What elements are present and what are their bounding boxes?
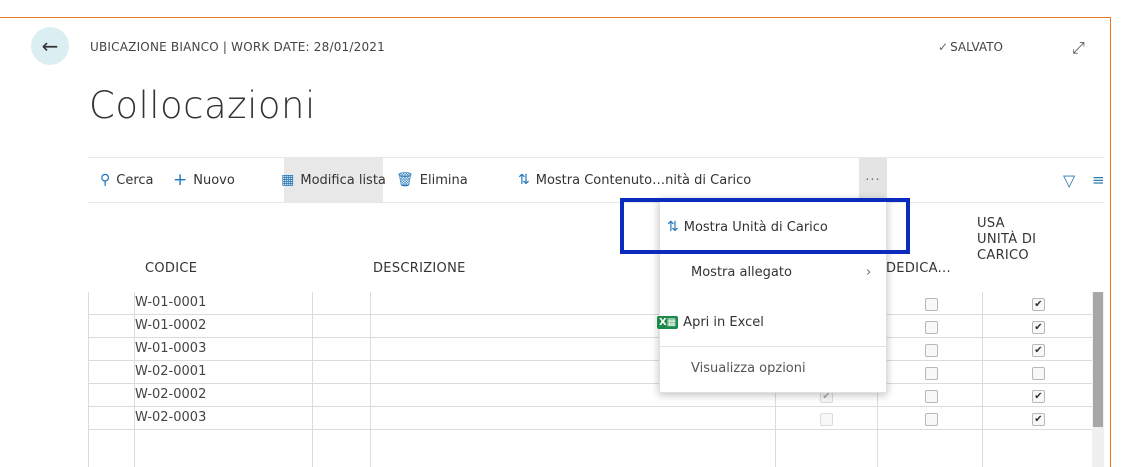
chevron-right-icon: › [866,265,872,280]
column-header-code[interactable]: CODICE [145,261,197,276]
checkbox[interactable] [925,413,938,426]
column-header-use-unit-line3: CARICO [977,248,1029,263]
new-button[interactable]: + Nuovo [173,158,235,202]
back-button[interactable]: ← [31,27,69,65]
menu-item-show-attachment[interactable]: Mostra allegato › [691,265,919,280]
saved-label: SALVATO [950,40,1003,54]
menu-item-open-excel[interactable]: X▦ Apri in Excel [657,315,885,330]
check-icon: ✓ [938,40,949,54]
menu-separator [660,346,888,347]
checkbox[interactable]: ✔ [1032,298,1045,311]
expand-icon[interactable]: ⤢ [1072,38,1085,58]
search-label: Cerca [116,172,154,188]
highlight-box [620,198,910,254]
code-cell[interactable]: W-02-0002 [135,387,206,402]
more-options-button[interactable]: ··· [859,158,887,202]
checkbox[interactable]: ✔ [1032,413,1045,426]
checkbox[interactable]: ✔ [1032,390,1045,403]
checkbox[interactable] [1032,367,1045,380]
vertical-scrollbar[interactable] [1092,292,1104,467]
menu-item-label: Apri in Excel [683,315,764,330]
code-cell[interactable]: W-02-0003 [135,410,206,425]
code-cell[interactable]: W-02-0001 [135,364,206,379]
column-header-use-unit[interactable]: USA UNITÀ DI CARICO [977,216,1036,264]
column-header-use-unit-line2: UNITÀ DI [977,232,1037,247]
data-grid: W-01-0001 W-01-0002 W-01-0003 W-02-0001 … [88,292,1104,430]
action-bar: ⚲ Cerca + Nuovo ▦ Modifica lista 🗑 Elimi… [88,157,1105,203]
column-header-use-unit-line1: USA [977,216,1005,231]
checkbox[interactable] [925,390,938,403]
edit-list-button[interactable]: ▦ Modifica lista [281,158,386,202]
show-content-button[interactable]: ⇅ Mostra Contenuto…nità di Carico [518,158,751,202]
new-label: Nuovo [193,172,235,188]
unit-content-icon: ⇅ [518,172,530,188]
delete-button[interactable]: 🗑 Elimina [396,158,468,202]
code-cell[interactable]: W-01-0003 [135,341,206,356]
checkbox[interactable] [925,367,938,380]
table-row[interactable]: W-02-0001 [88,361,1104,384]
delete-label: Elimina [419,172,468,188]
grid-divider [982,292,983,467]
menu-item-view-options[interactable]: Visualizza opzioni [691,361,919,376]
trash-icon: 🗑 [396,172,414,188]
grid-divider [88,292,89,467]
checkbox[interactable]: ✔ [1032,344,1045,357]
list-view-icon[interactable]: ≡ [1092,158,1105,202]
show-content-label: Mostra Contenuto…nità di Carico [535,172,752,188]
breadcrumb: UBICAZIONE BIANCO | WORK DATE: 28/01/202… [90,40,385,54]
grid-divider [134,292,135,467]
table-row[interactable]: W-01-0003 [88,338,1104,361]
column-header-description[interactable]: DESCRIZIONE [373,261,466,276]
excel-icon: X▦ [657,316,679,329]
grid-divider [312,292,313,467]
code-cell[interactable]: W-01-0002 [135,318,206,333]
table-row[interactable]: W-02-0002 [88,384,1104,407]
plus-icon: + [173,170,188,190]
saved-status: ✓ SALVATO [938,40,1003,54]
arrow-left-icon: ← [41,34,59,58]
search-button[interactable]: ⚲ Cerca [100,158,154,202]
menu-item-label: Mostra allegato [691,265,792,280]
filter-icon[interactable]: ▽ [1063,158,1075,202]
menu-item-label: Visualizza opzioni [691,361,806,376]
search-icon: ⚲ [100,172,111,188]
code-cell[interactable]: W-01-0001 [135,295,206,310]
table-row[interactable]: W-02-0003 [88,407,1104,430]
page-title: Collocazioni [89,84,316,127]
checkbox[interactable] [925,344,938,357]
scrollbar-thumb[interactable] [1093,292,1103,427]
grid-divider [370,292,371,467]
checkbox[interactable] [925,321,938,334]
checkbox[interactable] [820,413,833,426]
table-row[interactable]: W-01-0001 [88,292,1104,315]
edit-list-icon: ▦ [281,172,295,188]
edit-list-label: Modifica lista [300,172,386,188]
checkbox[interactable]: ✔ [1032,321,1045,334]
table-row[interactable]: W-01-0002 [88,315,1104,338]
checkbox[interactable] [925,298,938,311]
